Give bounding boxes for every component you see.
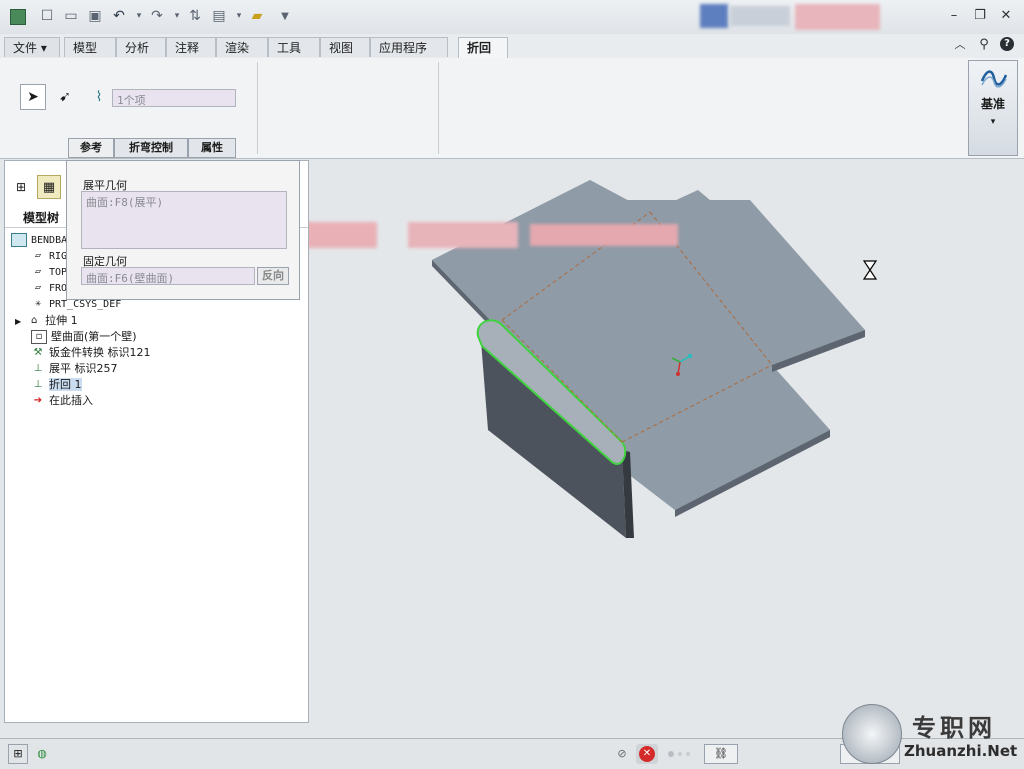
hourglass-icon — [862, 260, 878, 280]
bend-back-icon: ⊥ — [33, 379, 43, 390]
insert-arrow-icon: ➔ — [33, 395, 43, 406]
close-button[interactable]: ✕ — [998, 8, 1014, 24]
unbend-icon: ⊥ — [33, 363, 43, 374]
regenerate-icon[interactable]: ⇅ — [186, 7, 204, 25]
datum-curve-icon — [980, 67, 1008, 89]
tab-references[interactable]: 参考 — [68, 138, 114, 158]
fixed-geometry-collector[interactable]: 曲面:F6(壁曲面) — [81, 267, 255, 285]
search-icon[interactable]: ⚲ — [976, 37, 992, 53]
browser-toggle-icon[interactable]: ◍ — [32, 744, 52, 764]
model-tree-icon[interactable]: ⊞ — [9, 175, 33, 199]
expand-arrow-icon[interactable]: ▶ — [15, 317, 21, 326]
select-chain-icon[interactable]: ➹ — [54, 86, 76, 108]
watermark-url: Zhuanzhi.Net — [904, 742, 1018, 760]
save-icon[interactable]: ▣ — [86, 7, 104, 25]
watermark-brand: 专职网 — [912, 713, 996, 742]
tree-item-convert[interactable]: ⚒ 钣金件转换 标识121 — [31, 345, 151, 361]
tree-item-wall[interactable]: ▫ 壁曲面(第一个壁) — [31, 329, 137, 345]
datum-plane-icon: ▱ — [34, 266, 42, 277]
tab-analysis[interactable]: 分析 — [116, 37, 166, 57]
windows-dropdown-icon[interactable]: ▾ — [230, 7, 248, 25]
tab-model[interactable]: 模型 — [64, 37, 116, 57]
tree-item-datum-plane[interactable]: ▱ TOP — [31, 265, 67, 281]
progress-dot — [668, 751, 674, 757]
references-panel: 展平几何 曲面:F8(展平) 固定几何 曲面:F6(壁曲面) 反向 — [66, 160, 300, 300]
tree-item-bend-back[interactable]: ⊥ 折回 1 — [31, 377, 82, 393]
select-arrow-icon[interactable]: ➤ — [20, 84, 46, 110]
extrude-icon: ⌂ — [30, 315, 38, 326]
tab-annotate[interactable]: 注释 — [166, 37, 216, 57]
file-menu-button[interactable]: 文件 ▾ — [4, 37, 60, 57]
redo-icon[interactable]: ↷ — [148, 7, 166, 25]
windows-icon[interactable]: ▤ — [210, 7, 228, 25]
tree-item-datum-plane[interactable]: ▱ FRO — [31, 281, 67, 297]
ribbon-divider — [257, 62, 258, 154]
tree-item-datum-plane[interactable]: ▱ RIG — [31, 249, 67, 265]
minimize-ribbon-icon[interactable]: ︿ — [952, 37, 968, 53]
convert-icon: ⚒ — [33, 347, 43, 358]
watermark-globe-logo — [842, 704, 902, 764]
stop-icon: ✕ — [639, 746, 655, 762]
open-file-icon[interactable]: ▭ — [62, 7, 80, 25]
customize-toolbar-icon[interactable]: ▼ — [276, 7, 294, 25]
blurred-title — [700, 4, 728, 28]
redo-dropdown-icon[interactable]: ▾ — [168, 7, 186, 25]
tab-applications[interactable]: 应用程序 — [370, 37, 448, 57]
part-icon — [11, 233, 27, 247]
find-icon[interactable]: ⛓ — [704, 744, 738, 764]
tree-item-insert-here[interactable]: ➔ 在此插入 — [31, 393, 93, 409]
tab-tools[interactable]: 工具 — [268, 37, 320, 57]
chevron-down-icon: ▾ — [990, 117, 996, 127]
flip-button[interactable]: 反向 — [257, 267, 289, 285]
unbend-geometry-collector[interactable]: 曲面:F8(展平) — [81, 191, 287, 249]
stop-regen-button[interactable]: ✕ — [636, 744, 658, 764]
surface-select-icon[interactable]: ⌇ — [88, 86, 110, 108]
tab-bend-control[interactable]: 折弯控制 — [114, 138, 188, 158]
message-icon[interactable]: ⊘ — [612, 744, 632, 764]
undo-dropdown-icon[interactable]: ▾ — [130, 7, 148, 25]
ribbon-divider — [438, 62, 439, 154]
datum-button[interactable]: 基准 ▾ — [968, 60, 1018, 156]
new-file-icon[interactable]: ☐ — [38, 7, 56, 25]
model-tree-tab[interactable]: 模型树 — [23, 209, 59, 226]
restore-button[interactable]: ❐ — [972, 8, 988, 24]
tab-bend-back[interactable]: 折回 — [458, 37, 508, 59]
selection-field[interactable]: 1个项 — [112, 89, 236, 107]
title-bar: ☐ ▭ ▣ ↶ ▾ ↷ ▾ ⇅ ▤ ▾ ▰ ▼ – ❐ ✕ — [0, 0, 1024, 34]
datum-label: 基准 — [980, 97, 1005, 111]
help-icon[interactable]: ? — [1000, 37, 1014, 51]
minimize-button[interactable]: – — [946, 8, 962, 24]
datum-plane-icon: ▱ — [34, 250, 42, 261]
undo-icon[interactable]: ↶ — [110, 7, 128, 25]
ribbon-tab-bar: 文件 ▾ 模型 分析 注释 渲染 工具 视图 应用程序 折回 ︿ ⚲ ? — [0, 34, 1024, 59]
app-icon — [10, 9, 26, 25]
datum-plane-icon: ▱ — [34, 282, 42, 293]
close-window-icon[interactable]: ▰ — [248, 7, 266, 25]
csys-icon: ✳ — [34, 298, 42, 309]
tab-view[interactable]: 视图 — [320, 37, 370, 57]
tab-properties[interactable]: 属性 — [188, 138, 236, 158]
tree-item-extrude[interactable]: ▶ ⌂ 拉伸 1 — [15, 313, 78, 329]
wall-surface-icon: ▫ — [31, 330, 47, 344]
tree-item-unbend[interactable]: ⊥ 展平 标识257 — [31, 361, 118, 377]
tab-render[interactable]: 渲染 — [216, 37, 268, 57]
folder-browser-icon[interactable]: ▦ — [37, 175, 61, 199]
navigator-toggle-icon[interactable]: ⊞ — [8, 744, 28, 764]
